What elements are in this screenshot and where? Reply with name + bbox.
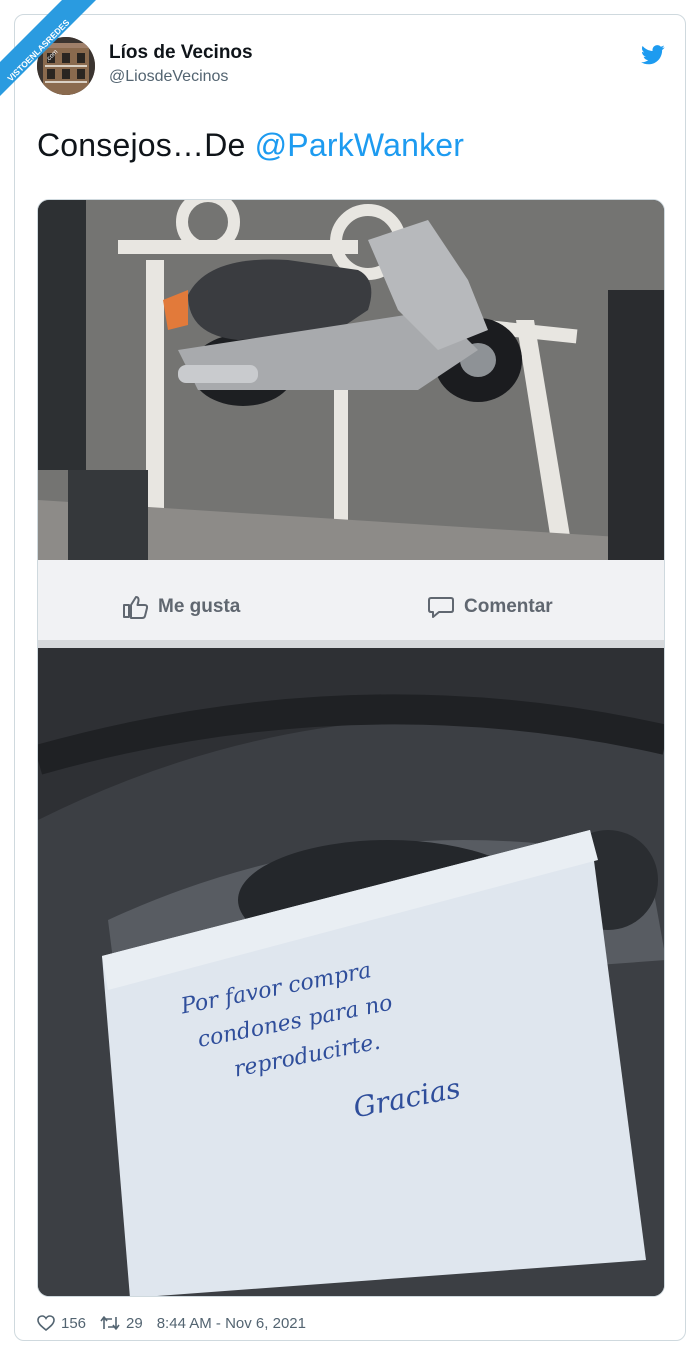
tweet-text-prefix: Consejos…De	[37, 127, 255, 163]
tweet-card: Líos de Vecinos @LiosdeVecinos Consejos……	[14, 14, 686, 1341]
like-action[interactable]: Me gusta	[122, 595, 240, 619]
photo-illustration	[38, 200, 664, 1296]
tweet-header: Líos de Vecinos @LiosdeVecinos	[37, 37, 667, 97]
like-count: 156	[61, 1314, 87, 1332]
twitter-bird-icon[interactable]	[641, 45, 665, 65]
like-button[interactable]: 156	[37, 1315, 86, 1332]
comment-label: Comentar	[464, 596, 553, 617]
heart-icon	[37, 1315, 55, 1331]
watermark-subtext: .com	[44, 48, 59, 63]
account-handle[interactable]: @LiosdeVecinos	[109, 68, 228, 86]
tweet-footer: 156 29 8:44 AM - Nov 6, 2021	[37, 1312, 320, 1334]
comment-action[interactable]: Comentar	[428, 595, 553, 619]
comment-icon	[428, 597, 454, 618]
thumbs-up-icon	[123, 596, 148, 619]
retweet-button[interactable]: 29	[100, 1315, 143, 1332]
tweet-photo[interactable]: Me gusta Comentar Por favor compra condo…	[37, 199, 665, 1297]
watermark-ribbon: VISTOENLASREDES .com	[0, 0, 96, 96]
retweet-count: 29	[126, 1314, 143, 1332]
tweet-text: Consejos…De @ParkWanker	[37, 127, 464, 164]
timestamp-text: 8:44 AM - Nov 6, 2021	[156, 1314, 306, 1332]
display-name[interactable]: Líos de Vecinos	[109, 42, 253, 64]
mention-link[interactable]: @ParkWanker	[255, 127, 465, 163]
like-label: Me gusta	[158, 596, 241, 617]
retweet-icon	[100, 1316, 120, 1330]
timestamp[interactable]: 8:44 AM - Nov 6, 2021	[157, 1315, 306, 1332]
